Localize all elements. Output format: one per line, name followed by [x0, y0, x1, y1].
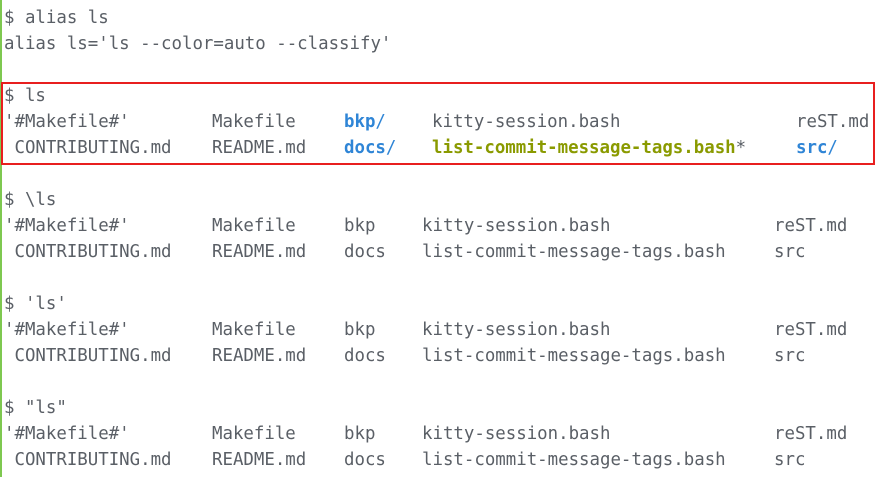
file-entry: '#Makefile#'	[4, 320, 130, 340]
ls-output-row: '#Makefile#' Makefile bkp/ kitty-session…	[4, 109, 874, 135]
ls-output-row: CONTRIBUTING.md README.md docs list-comm…	[4, 239, 874, 265]
file-entry: list-commit-message-tags.bash	[422, 242, 726, 262]
file-entry: bkp	[344, 320, 376, 340]
file-entry: README.md	[212, 242, 307, 262]
file-entry: docs	[344, 242, 386, 262]
file-entry: reST.md	[774, 320, 848, 340]
file-entry: reST.md	[774, 424, 848, 444]
ls-output-row: CONTRIBUTING.md README.md docs list-comm…	[4, 447, 874, 473]
file-entry: reST.md	[774, 216, 848, 236]
ls-output-row: '#Makefile#' Makefile bkp kitty-session.…	[4, 317, 874, 343]
file-entry: Makefile	[212, 320, 296, 340]
executable-entry: list-commit-message-tags.bash*	[432, 135, 746, 161]
file-entry: README.md	[212, 346, 307, 366]
directory-name: docs	[344, 138, 386, 158]
executable-name: list-commit-message-tags.bash	[432, 138, 736, 158]
file-entry: Makefile	[212, 216, 296, 236]
file-entry: Makefile	[212, 424, 296, 444]
file-entry: bkp	[344, 424, 376, 444]
file-entry: '#Makefile#'	[4, 424, 130, 444]
prompt-line: $ "ls"	[4, 398, 67, 418]
ls-output-row: '#Makefile#' Makefile bkp kitty-session.…	[4, 421, 874, 447]
left-margin-rule	[0, 0, 2, 477]
terminal-window[interactable]: $ alias ls alias ls='ls --color=auto --c…	[0, 0, 878, 477]
ls-output-row: CONTRIBUTING.md README.md docs list-comm…	[4, 343, 874, 369]
prompt-line: $ alias ls	[4, 8, 109, 28]
file-entry: '#Makefile#'	[4, 216, 130, 236]
file-entry: CONTRIBUTING.md	[4, 242, 172, 262]
ls-output-row: '#Makefile#' Makefile bkp kitty-session.…	[4, 213, 874, 239]
file-entry: docs	[344, 346, 386, 366]
ls-output-row: CONTRIBUTING.md README.md docs/ list-com…	[4, 135, 874, 161]
file-entry: Makefile	[212, 112, 296, 132]
file-entry: list-commit-message-tags.bash	[422, 346, 726, 366]
file-entry: src	[774, 242, 806, 262]
directory-suffix: /	[375, 112, 386, 132]
directory-name: bkp	[344, 112, 376, 132]
command-output-line: alias ls='ls --color=auto --classify'	[4, 34, 392, 54]
file-entry: CONTRIBUTING.md	[4, 346, 172, 366]
file-entry: docs	[344, 450, 386, 470]
file-entry: src	[774, 346, 806, 366]
file-entry: README.md	[212, 450, 307, 470]
directory-entry: bkp/	[344, 109, 386, 135]
file-entry: CONTRIBUTING.md	[4, 138, 172, 158]
file-entry: '#Makefile#'	[4, 112, 130, 132]
prompt-line: $ 'ls'	[4, 294, 67, 314]
prompt-line: $ ls	[4, 86, 46, 106]
directory-suffix: /	[827, 138, 838, 158]
file-entry: reST.md	[796, 112, 870, 132]
directory-entry: docs/	[344, 135, 396, 161]
file-entry: kitty-session.bash	[422, 424, 611, 444]
file-entry: list-commit-message-tags.bash	[422, 450, 726, 470]
prompt-line: $ \ls	[4, 190, 57, 210]
directory-name: src	[796, 138, 828, 158]
executable-suffix: *	[735, 138, 747, 158]
file-entry: src	[774, 450, 806, 470]
file-entry: bkp	[344, 216, 376, 236]
directory-suffix: /	[385, 138, 397, 158]
file-entry: kitty-session.bash	[422, 320, 611, 340]
file-entry: kitty-session.bash	[432, 112, 621, 132]
file-entry: README.md	[212, 138, 307, 158]
directory-entry: src/	[796, 135, 838, 161]
file-entry: CONTRIBUTING.md	[4, 450, 172, 470]
file-entry: kitty-session.bash	[422, 216, 611, 236]
